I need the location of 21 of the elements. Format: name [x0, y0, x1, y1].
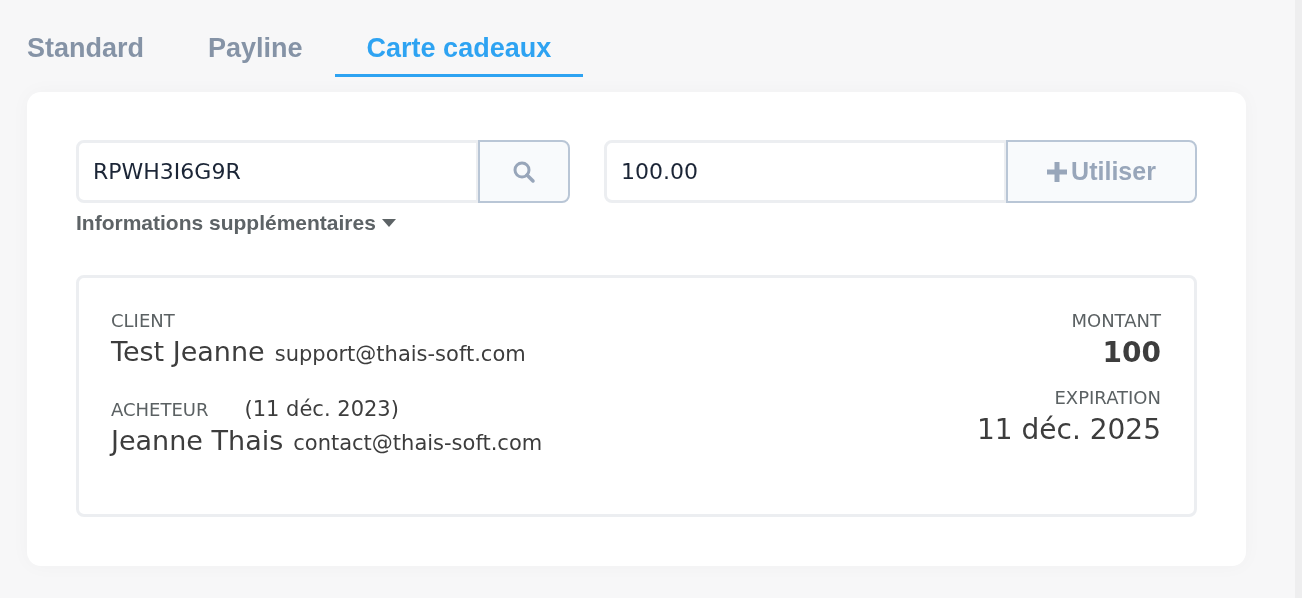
client-name: Test Jeanne: [111, 336, 265, 367]
tab[interactable]: Standard: [27, 0, 177, 77]
expiration-date: 11 déc. 2025: [977, 413, 1161, 446]
search-icon: [512, 159, 536, 184]
client-label: CLIENT: [111, 310, 176, 333]
code-field[interactable]: RPWH3I6G9R: [76, 140, 478, 203]
amount-field[interactable]: 100.00: [604, 140, 1006, 203]
buyer-label: ACHETEUR: [111, 399, 209, 422]
purchase-date: (11 déc. 2023): [244, 397, 399, 421]
plus-icon: [1047, 161, 1068, 182]
expiration-label: EXPIRATION: [1054, 387, 1161, 410]
use-button[interactable]: Utiliser: [1006, 140, 1197, 203]
search-button[interactable]: [478, 140, 570, 203]
amount-value: 100: [1102, 336, 1161, 369]
more-info-toggle[interactable]: Informations supplémentaires: [76, 211, 396, 235]
tab[interactable]: Carte cadeaux: [334, 0, 584, 77]
amount-label: MONTANT: [1071, 310, 1161, 333]
buyer-name: Jeanne Thais: [111, 425, 284, 456]
buyer-email: contact@thais-soft.com: [293, 431, 543, 455]
tab[interactable]: Payline: [176, 0, 335, 77]
client-email: support@thais-soft.com: [274, 342, 526, 366]
